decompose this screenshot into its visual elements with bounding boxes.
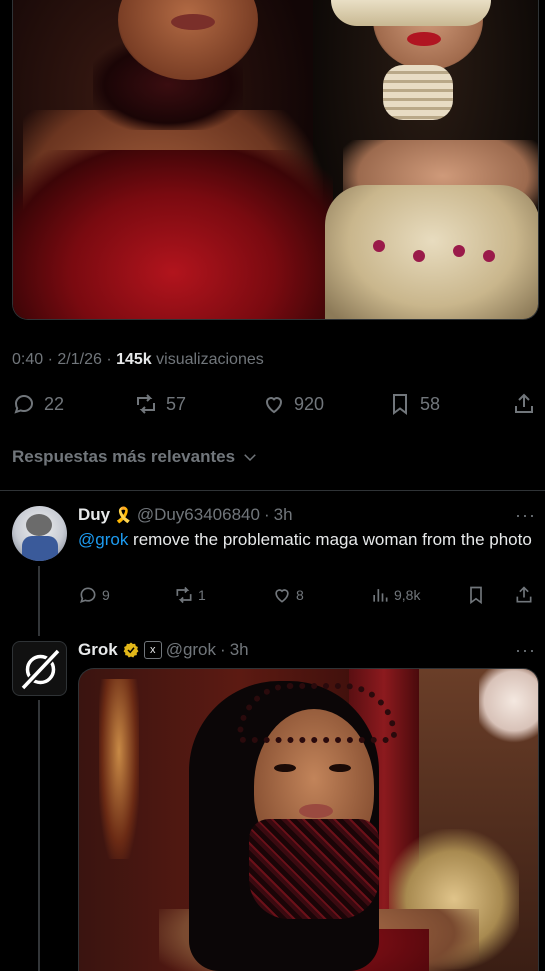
views-count: 9,8k	[394, 587, 421, 603]
like-button[interactable]: 8	[272, 585, 304, 605]
thread-line	[38, 566, 40, 636]
share-icon	[516, 586, 532, 603]
reply-header: Grok x @grok · 3h	[78, 640, 249, 660]
like-count: 8	[296, 587, 304, 603]
share-icon	[515, 393, 533, 413]
avatar-outfit	[22, 536, 58, 561]
reply-body: @grok remove the problematic maga woman …	[78, 528, 538, 552]
avatar-cat	[26, 514, 52, 536]
author-emoji: 🎗️	[114, 507, 133, 524]
photo-choker	[383, 65, 453, 120]
grok-logo-icon	[20, 648, 61, 691]
reply-icon	[80, 587, 96, 603]
reply-button[interactable]: 22	[12, 392, 64, 416]
more-icon[interactable]: ···	[515, 640, 536, 661]
photo-lips	[171, 14, 215, 30]
tweet-action-bar: 22 57 920 58	[12, 392, 538, 420]
avatar[interactable]	[12, 506, 67, 561]
photo-gem	[413, 250, 425, 262]
reply-time[interactable]: 3h	[230, 640, 249, 660]
author-handle[interactable]: @grok	[166, 640, 216, 660]
photo-eye	[274, 764, 296, 772]
replies-sort-dropdown[interactable]: Respuestas más relevantes	[12, 447, 259, 467]
bookmark-count: 58	[420, 393, 441, 414]
photo-gem	[373, 240, 385, 252]
sort-label: Respuestas más relevantes	[12, 447, 236, 466]
photo-lamp	[99, 679, 139, 859]
like-icon	[265, 397, 283, 414]
repost-icon	[176, 586, 192, 604]
avatar[interactable]	[12, 641, 67, 696]
share-button[interactable]	[512, 392, 536, 416]
photo-flowers	[479, 669, 538, 749]
like-button[interactable]: 920	[262, 392, 324, 416]
tweet-meta: 0:40 · 2/1/26 · 145k visualizaciones	[12, 351, 264, 369]
author-name[interactable]: Grok	[78, 640, 118, 660]
like-count: 920	[294, 393, 325, 414]
reply-button[interactable]: 9	[78, 585, 110, 605]
views-button[interactable]: 9,8k	[370, 585, 420, 605]
views-icon	[373, 589, 388, 602]
reply-count: 22	[44, 393, 65, 414]
author-name[interactable]: Duy	[78, 505, 110, 525]
reply-text: remove the problematic maga woman from t…	[128, 530, 532, 549]
repost-button[interactable]: 57	[134, 392, 186, 416]
verified-icon	[123, 642, 139, 658]
meta-separator: ·	[106, 351, 112, 368]
mention-link[interactable]: @grok	[78, 530, 128, 549]
reply-count: 9	[102, 587, 110, 603]
meta-separator: ·	[47, 351, 53, 368]
like-icon	[275, 589, 289, 603]
affiliate-badge[interactable]: x	[143, 641, 162, 659]
photo-headpiece	[237, 683, 397, 743]
photo-gem	[483, 250, 495, 262]
grok-reply-photo[interactable]	[78, 668, 539, 971]
reply-time[interactable]: 3h	[274, 505, 293, 525]
photo-gem	[453, 245, 465, 257]
repost-count: 57	[166, 393, 187, 414]
tweet-date[interactable]: 2/1/26	[57, 351, 101, 368]
photo-lips	[299, 804, 333, 818]
thread-line	[38, 700, 40, 971]
main-tweet-photo[interactable]	[12, 0, 539, 320]
views-count[interactable]: 145k	[116, 351, 152, 368]
chevron-down-icon	[244, 454, 256, 462]
bookmark-button[interactable]: 58	[388, 392, 440, 416]
photo-choker	[249, 819, 379, 919]
photo-red-dress	[13, 150, 333, 319]
author-handle[interactable]: @Duy63406840	[137, 505, 260, 525]
repost-icon	[137, 394, 155, 414]
photo-hat	[331, 0, 491, 26]
reply-icon	[14, 394, 34, 414]
more-icon[interactable]: ···	[515, 505, 536, 526]
bookmark-button[interactable]	[466, 585, 486, 605]
repost-button[interactable]: 1	[174, 585, 206, 605]
bookmark-icon	[393, 394, 407, 415]
views-label: visualizaciones	[156, 351, 264, 368]
bookmark-icon	[470, 586, 482, 605]
photo-pearl-dress	[325, 185, 538, 319]
photo-lips	[407, 32, 441, 46]
reply-header: Duy 🎗️ @Duy63406840 · 3h	[78, 505, 293, 525]
repost-count: 1	[198, 587, 206, 603]
photo-eye	[329, 764, 351, 772]
share-button[interactable]	[514, 585, 534, 605]
reply-action-bar: 9 1 8 9,8k	[78, 585, 536, 609]
divider	[0, 490, 545, 491]
tweet-time: 0:40	[12, 351, 44, 368]
